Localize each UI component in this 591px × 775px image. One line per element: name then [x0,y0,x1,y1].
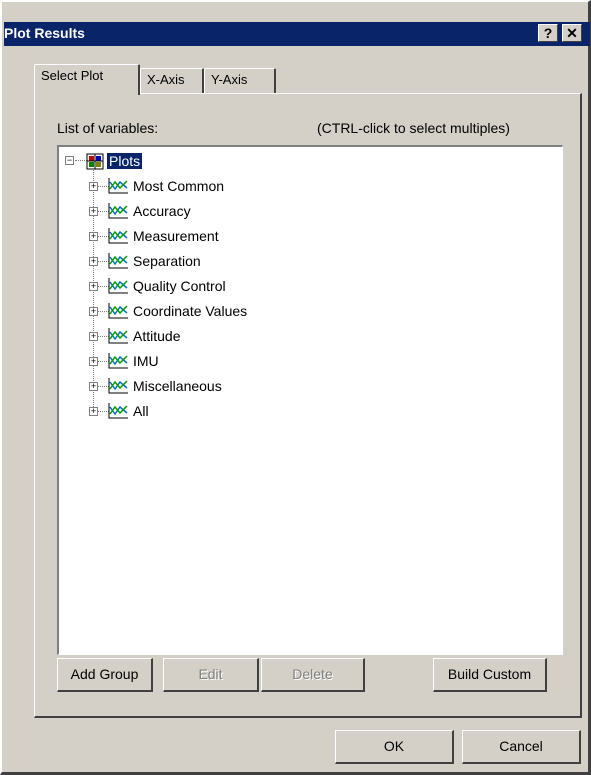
delete-button[interactable]: Delete [261,658,365,692]
tree-item-all[interactable]: + All [59,399,459,423]
expand-icon[interactable]: + [89,232,98,241]
expand-icon[interactable]: + [89,407,98,416]
expand-icon[interactable]: + [89,182,98,191]
edit-button[interactable]: Edit [163,658,259,692]
plot-group-icon [108,253,128,269]
tree-item-attitude[interactable]: + Attitude [59,324,459,348]
tree-item-imu[interactable]: + IMU [59,349,459,373]
tree-item-label: Most Common [133,178,225,194]
plot-group-icon [108,328,128,344]
expand-icon[interactable]: + [89,332,98,341]
tree-item-label: Quality Control [133,278,226,294]
tree-item-label: Miscellaneous [133,378,222,394]
tree-item-coordinate-values[interactable]: + Coordinate Values [59,299,459,323]
tree-item-label: Attitude [133,328,181,344]
plot-group-icon [108,178,128,194]
select-plot-panel: List of variables: (CTRL-click to select… [34,93,582,718]
ok-button[interactable]: OK [335,730,454,764]
expand-icon[interactable]: + [89,257,98,266]
cancel-button[interactable]: Cancel [462,730,581,764]
title-bar[interactable]: Plot Results ? ✕ [4,22,590,46]
tab-select-plot[interactable]: Select Plot [34,64,140,95]
tree-root-plots[interactable]: − Plots [59,149,259,173]
tree-item-label: All [133,403,149,419]
plot-group-icon [108,353,128,369]
plot-group-icon [108,403,128,419]
build-custom-button[interactable]: Build Custom [433,658,547,692]
expand-icon[interactable]: + [89,307,98,316]
expand-icon[interactable]: + [89,382,98,391]
tree-item-quality-control[interactable]: + Quality Control [59,274,459,298]
expand-icon[interactable]: + [89,282,98,291]
plot-group-icon [108,303,128,319]
plot-group-icon [108,378,128,394]
plot-group-icon [108,203,128,219]
tree-item-label: IMU [133,353,159,369]
variables-tree[interactable]: − Plots + Most Common + Accuracy + Measu… [57,145,563,655]
help-button[interactable]: ? [538,24,558,42]
multi-select-hint: (CTRL-click to select multiples) [317,120,510,136]
plots-folder-icon [86,153,104,170]
tree-item-separation[interactable]: + Separation [59,249,459,273]
window-title: Plot Results [4,25,85,41]
tree-item-label: Coordinate Values [133,303,248,319]
close-button[interactable]: ✕ [562,24,582,42]
collapse-icon[interactable]: − [65,156,74,165]
tree-item-label: Plots [107,153,143,169]
add-group-button[interactable]: Add Group [57,658,153,692]
tree-item-label: Measurement [133,228,219,244]
tree-item-accuracy[interactable]: + Accuracy [59,199,459,223]
tree-item-measurement[interactable]: + Measurement [59,224,459,248]
plot-group-icon [108,228,128,244]
tab-y-axis[interactable]: Y-Axis [204,68,276,94]
tab-x-axis[interactable]: X-Axis [140,68,204,94]
expand-icon[interactable]: + [89,357,98,366]
expand-icon[interactable]: + [89,207,98,216]
tree-item-miscellaneous[interactable]: + Miscellaneous [59,374,459,398]
tree-item-most-common[interactable]: + Most Common [59,174,459,198]
plot-group-icon [108,278,128,294]
list-of-variables-label: List of variables: [57,120,159,136]
tree-item-label: Accuracy [133,203,191,219]
plot-results-dialog: Plot Results ? ✕ Select Plot X-Axis Y-Ax… [0,0,591,775]
tree-item-label: Separation [133,253,201,269]
